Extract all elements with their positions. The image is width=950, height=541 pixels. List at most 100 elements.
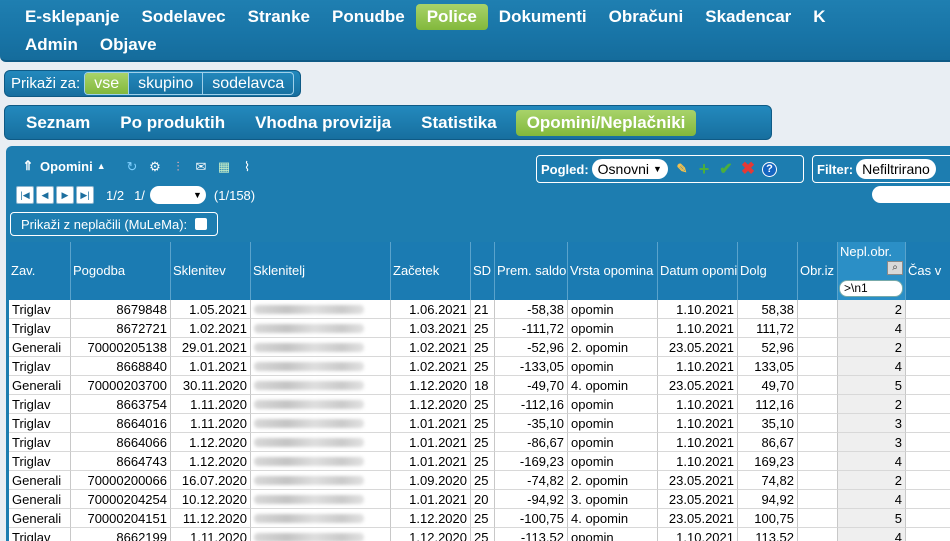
help-icon[interactable]: ?	[761, 161, 777, 177]
unpaid-checkbox[interactable]	[195, 218, 208, 230]
cell-vrsta-opomina: opomin	[568, 395, 658, 414]
table-row[interactable]: Triglav 8672721 1.02.2021 1.03.2021 25 -111,7…	[9, 319, 950, 338]
nav-item-dokumenti[interactable]: Dokumenti	[488, 4, 598, 30]
table-row[interactable]: Generali 70000203700 30.11.2020 1.12.2020 18…	[9, 376, 950, 395]
cell-nepl-obr: 4	[838, 357, 906, 376]
cell-datum-opomina: 1.10.2021	[658, 319, 738, 338]
tab-statistika[interactable]: Statistika	[410, 110, 508, 136]
filter-select[interactable]: Nefiltrirano	[856, 159, 936, 179]
cell-vrsta-opomina: 3. opomin	[568, 490, 658, 509]
table-row[interactable]: Triglav 8664743 1.12.2020 1.01.2021 25 -169,2…	[9, 452, 950, 471]
grid-header: Zav. Pogodba Sklenitev Sklenitelj Začetek SD P…	[9, 242, 950, 300]
view-select-value: Osnovni	[597, 161, 650, 177]
table-row[interactable]: Triglav 8664016 1.11.2020 1.01.2021 25 -35,10…	[9, 414, 950, 433]
cell-prem-saldo: -58,38	[495, 300, 568, 319]
table-row[interactable]: Triglav 8664066 1.12.2020 1.01.2021 25 -86,67…	[9, 433, 950, 452]
first-page-button[interactable]: |◀	[16, 186, 34, 204]
tab-seznam[interactable]: Seznam	[15, 110, 101, 136]
search-input[interactable]	[872, 186, 950, 203]
column-header-datum-opomina[interactable]: Datum opomina	[658, 242, 738, 300]
nav-item-k[interactable]: K	[802, 4, 836, 30]
column-filter-input[interactable]: >\n1	[839, 280, 903, 297]
unpaid-toggle[interactable]: Prikaži z neplačili (MuLeMa):	[10, 212, 219, 236]
table-row[interactable]: Triglav 8663754 1.11.2020 1.12.2020 25 -112,1…	[9, 395, 950, 414]
cell-sd: 25	[471, 338, 495, 357]
next-page-button[interactable]: ▶	[56, 186, 74, 204]
grid-title[interactable]: ⇑ Opomini ▲	[20, 158, 106, 174]
cell-sklenitelj	[251, 528, 391, 541]
column-header-sklenitelj[interactable]: Sklenitelj	[251, 242, 391, 300]
cell-vrsta-opomina: 2. opomin	[568, 471, 658, 490]
nav-item-police[interactable]: Police	[415, 4, 488, 30]
settings-icon[interactable]: ⚙	[147, 159, 163, 175]
cell-sklenitelj	[251, 433, 391, 452]
column-header-sd[interactable]: SD	[471, 242, 495, 300]
edit-view-icon[interactable]: ✎	[674, 161, 690, 177]
nav-item-stranke[interactable]: Stranke	[237, 4, 321, 30]
cell-pogodba: 8664066	[71, 433, 171, 452]
cell-zacetek: 1.03.2021	[391, 319, 471, 338]
attach-icon[interactable]: ⌇	[239, 159, 255, 175]
cell-sklenitelj	[251, 414, 391, 433]
nav-item-ponudbe[interactable]: Ponudbe	[321, 4, 416, 30]
export-excel-icon[interactable]: ▦	[216, 159, 232, 175]
cell-pogodba: 8679848	[71, 300, 171, 319]
show-for-option-skupino[interactable]: skupino	[128, 73, 202, 94]
nav-item-sodelavec[interactable]: Sodelavec	[131, 4, 237, 30]
nav-item-obracuni[interactable]: Obračuni	[598, 4, 695, 30]
cell-zav: Triglav	[9, 357, 71, 376]
refresh-icon[interactable]: ↻	[124, 159, 140, 175]
add-view-icon[interactable]: +	[696, 159, 712, 179]
table-row[interactable]: Generali 70000204254 10.12.2020 1.01.2021 20…	[9, 490, 950, 509]
column-header-zacetek[interactable]: Začetek	[391, 242, 471, 300]
filter-search-icon[interactable]: ⌕	[887, 261, 903, 275]
cell-nepl-obr: 3	[838, 414, 906, 433]
page-select[interactable]: ▼	[149, 186, 206, 204]
cell-obr-iz	[798, 433, 838, 452]
tab-vhodna-provizija[interactable]: Vhodna provizija	[244, 110, 402, 136]
cell-dolg: 169,23	[738, 452, 798, 471]
column-header-dolg[interactable]: Dolg	[738, 242, 798, 300]
cell-datum-opomina: 1.10.2021	[658, 433, 738, 452]
cell-dolg: 113,52	[738, 528, 798, 541]
prev-page-button[interactable]: ◀	[36, 186, 54, 204]
column-header-vrsta-opomina[interactable]: Vrsta opomina	[568, 242, 658, 300]
nav-item-e-sklepanje[interactable]: E-sklepanje	[14, 4, 131, 30]
tab-opomini-neplacniki[interactable]: Opomini/Neplačniki	[515, 109, 697, 136]
cell-datum-opomina: 23.05.2021	[658, 490, 738, 509]
column-header-nepl-obr[interactable]: Nepl.obr. ⌕ >\n1	[838, 242, 906, 300]
collapse-icon[interactable]: ⇑	[20, 158, 36, 174]
column-header-zav[interactable]: Zav.	[9, 242, 71, 300]
cell-obr-iz	[798, 395, 838, 414]
table-row[interactable]: Generali 70000200066 16.07.2020 1.09.2020 25…	[9, 471, 950, 490]
cell-obr-iz	[798, 338, 838, 357]
show-for-option-vse[interactable]: vse	[85, 73, 129, 94]
cell-vrsta-opomina: 4. opomin	[568, 376, 658, 395]
column-header-label: Pogodba	[73, 263, 126, 278]
table-row[interactable]: Triglav 8679848 1.05.2021 1.06.2021 21 -58,38…	[9, 300, 950, 319]
save-view-icon[interactable]: ✔	[718, 161, 734, 178]
cell-sklenitev: 16.07.2020	[171, 471, 251, 490]
column-header-sklenitev[interactable]: Sklenitev	[171, 242, 251, 300]
table-row[interactable]: Triglav 8662199 1.11.2020 1.12.2020 25 -113,5…	[9, 528, 950, 541]
view-select[interactable]: Osnovni ▼	[591, 159, 668, 179]
tab-po-produktih[interactable]: Po produktih	[109, 110, 236, 136]
cell-nepl-obr: 5	[838, 509, 906, 528]
nav-item-objave[interactable]: Objave	[89, 32, 168, 58]
table-row[interactable]: Generali 70000205138 29.01.2021 1.02.2021 25…	[9, 338, 950, 357]
delete-view-icon[interactable]: ✖	[740, 159, 756, 178]
column-header-cas-v[interactable]: Čas v	[906, 242, 950, 300]
email-icon[interactable]: ✉	[193, 159, 209, 175]
table-row[interactable]: Triglav 8668840 1.01.2021 1.02.2021 25 -133,0…	[9, 357, 950, 376]
nav-item-admin[interactable]: Admin	[14, 32, 89, 58]
column-header-pogodba[interactable]: Pogodba	[71, 242, 171, 300]
table-row[interactable]: Generali 70000204151 11.12.2020 1.12.2020 25…	[9, 509, 950, 528]
column-header-prem-saldo[interactable]: Prem. saldo	[495, 242, 568, 300]
last-page-button[interactable]: ▶|	[76, 186, 94, 204]
nav-item-skadencar[interactable]: Skadencar	[694, 4, 802, 30]
nav-row-primary: E-sklepanje Sodelavec Stranke Ponudbe Police…	[14, 4, 837, 30]
show-for-option-sodelavca[interactable]: sodelavca	[202, 73, 293, 94]
cell-vrsta-opomina: opomin	[568, 319, 658, 338]
columns-icon[interactable]: ⫶	[170, 159, 186, 175]
column-header-obr-iz[interactable]: Obr.iz	[798, 242, 838, 300]
